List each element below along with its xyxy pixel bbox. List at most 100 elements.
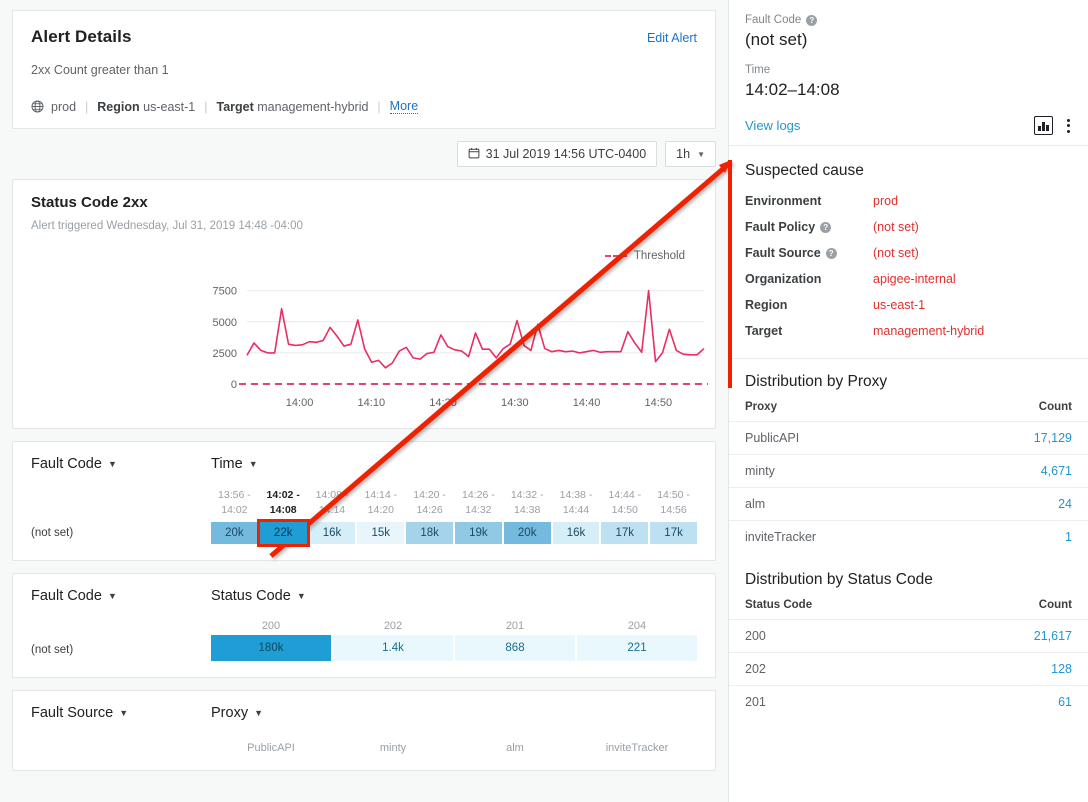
line-chart-svg: 025005000750014:0014:1014:2014:3014:4014… [31,272,721,420]
meta-divider: | [85,100,88,114]
row-dimension-select-fault-source[interactable]: Fault Source ▼ [31,705,211,721]
heatmap-grid: 13:56 - 14:0214:02 - 14:0814:08 - 14:141… [211,488,697,544]
heatmap-cell[interactable]: 15k [357,522,404,544]
heatmap-cell[interactable]: 20k [211,522,258,544]
fault-code-status-code-heatmap-card: Fault Code ▼ Status Code ▼ (not set) 200… [12,573,716,678]
heatmap-cell[interactable]: 868 [455,635,575,661]
main-content-column: Alert Details Edit Alert 2xx Count great… [0,0,728,802]
row-count-cell[interactable]: 21,617 [939,620,1088,653]
col-dimension-label: Status Code [211,588,291,604]
heatmap-cell[interactable]: 180k [211,635,331,661]
suspected-cause-value: (not set) [873,246,919,260]
heatmap-cell[interactable]: 1.4k [333,635,453,661]
row-count-cell[interactable]: 17,129 [943,422,1088,455]
heatmap-cell[interactable]: 18k [406,522,453,544]
heatmap-cell[interactable]: 221 [577,635,697,661]
heatmap-column-header: 13:56 - 14:02 [211,488,258,518]
calendar-icon [468,147,480,162]
detail-side-panel: Fault Code ? (not set) Time 14:02–14:08 … [728,0,1088,802]
row-dimension-select-fault-code[interactable]: Fault Code ▼ [31,588,211,604]
row-name-cell: 200 [729,620,939,653]
heatmap-column-headers: 200202201204 [211,620,697,632]
row-name-cell: minty [729,455,943,488]
svg-text:14:30: 14:30 [501,397,529,409]
heatmap-column-header: 204 [577,620,697,632]
heatmap-row-label [31,737,211,754]
col-dimension-select-proxy[interactable]: Proxy ▼ [211,705,263,721]
meta-divider: | [377,100,380,114]
page-title: Alert Details [31,27,132,47]
row-count-cell[interactable]: 128 [939,653,1088,686]
heatmap-column-header: 14:02 - 14:08 [260,488,307,518]
suspected-cause-row: Fault Policy?(not set) [745,220,1072,234]
edit-alert-link[interactable]: Edit Alert [647,31,697,45]
heatmap-cell[interactable]: 20k [504,522,551,544]
heatmap-row-label: (not set) [31,644,211,661]
row-count-cell[interactable]: 24 [943,488,1088,521]
suspected-cause-row: Regionus-east-1 [745,298,1072,312]
chevron-down-icon: ▼ [119,708,128,718]
row-name-cell: alm [729,488,943,521]
svg-text:14:00: 14:00 [286,397,314,409]
heatmap-cell[interactable]: 17k [650,522,697,544]
help-icon[interactable]: ? [806,15,817,26]
distribution-proxy-table: Proxy Count PublicAPI17,129minty4,671alm… [729,401,1088,553]
heatmap-cell-row: 20k22k16k15k18k19k20k16k17k17k [211,522,697,544]
svg-text:14:40: 14:40 [573,397,601,409]
row-name-cell: PublicAPI [729,422,943,455]
chevron-down-icon: ▼ [249,459,258,469]
heatmap-column-header: 202 [333,620,453,632]
chart-subtitle: Alert triggered Wednesday, Jul 31, 2019 … [31,220,697,232]
panel-icon-group [1034,116,1072,135]
kebab-menu-icon[interactable] [1065,117,1072,135]
svg-text:7500: 7500 [213,286,237,298]
col-dimension-select-time[interactable]: Time ▼ [211,456,258,472]
fault-code-label: Fault Code [745,14,801,26]
heatmap-column-header: 14:32 - 14:38 [504,488,551,518]
row-dimension-label: Fault Code [31,456,102,472]
distribution-status-table: Status Code Count 20021,61720212820161 [729,599,1088,718]
heatmap-column-headers: 13:56 - 14:0214:02 - 14:0814:08 - 14:141… [211,488,697,518]
row-name-cell: 202 [729,653,939,686]
row-count-cell[interactable]: 61 [939,686,1088,719]
time-range-value: 1h [676,147,690,161]
heatmap-cell[interactable]: 16k [553,522,600,544]
suspected-cause-value: management-hybrid [873,324,984,338]
suspected-cause-key: Fault Policy? [745,220,873,234]
time-value: 14:02–14:08 [745,80,1072,100]
fault-code-label-row: Fault Code ? [745,14,1072,26]
table-row: 202128 [729,653,1088,686]
chevron-down-icon: ▼ [254,708,263,718]
row-count-cell[interactable]: 4,671 [943,455,1088,488]
col-dimension-select-status-code[interactable]: Status Code ▼ [211,588,306,604]
row-dimension-select-fault-code[interactable]: Fault Code ▼ [31,456,211,472]
table-header-row: Status Code Count [729,599,1088,620]
suspected-cause-value: prod [873,194,898,208]
region-value: us-east-1 [143,100,195,114]
heatmap-cell[interactable]: 16k [309,522,356,544]
alert-meta-row: prod | Region us-east-1 | Target managem… [31,99,697,114]
suspected-cause-rows: EnvironmentprodFault Policy?(not set)Fau… [745,194,1072,338]
heatmap-cell[interactable]: 17k [601,522,648,544]
svg-text:2500: 2500 [213,348,237,360]
heatmap-cell[interactable]: 22k [260,522,307,544]
date-picker-value: 31 Jul 2019 14:56 UTC-0400 [486,147,647,161]
panel-actions-row: View logs [745,116,1072,135]
date-picker-button[interactable]: 31 Jul 2019 14:56 UTC-0400 [457,141,658,167]
more-link[interactable]: More [390,99,418,114]
help-icon[interactable]: ? [826,248,837,259]
view-logs-link[interactable]: View logs [745,118,800,133]
suspected-cause-value: us-east-1 [873,298,925,312]
heatmap-column-header: inviteTracker [577,742,697,754]
bar-chart-icon[interactable] [1034,116,1053,135]
svg-text:14:20: 14:20 [429,397,457,409]
fault-code-time-heatmap-card: Fault Code ▼ Time ▼ (not set) 13:56 - 14… [12,441,716,561]
help-icon[interactable]: ? [820,222,831,233]
heatmap-dimension-selectors: Fault Code ▼ Time ▼ [31,456,697,472]
heatmap-cell[interactable]: 19k [455,522,502,544]
suspected-cause-key: Organization [745,272,873,286]
row-dimension-label: Fault Source [31,705,113,721]
chevron-down-icon: ▼ [297,591,306,601]
row-count-cell[interactable]: 1 [943,521,1088,554]
time-range-select[interactable]: 1h ▼ [665,141,716,167]
